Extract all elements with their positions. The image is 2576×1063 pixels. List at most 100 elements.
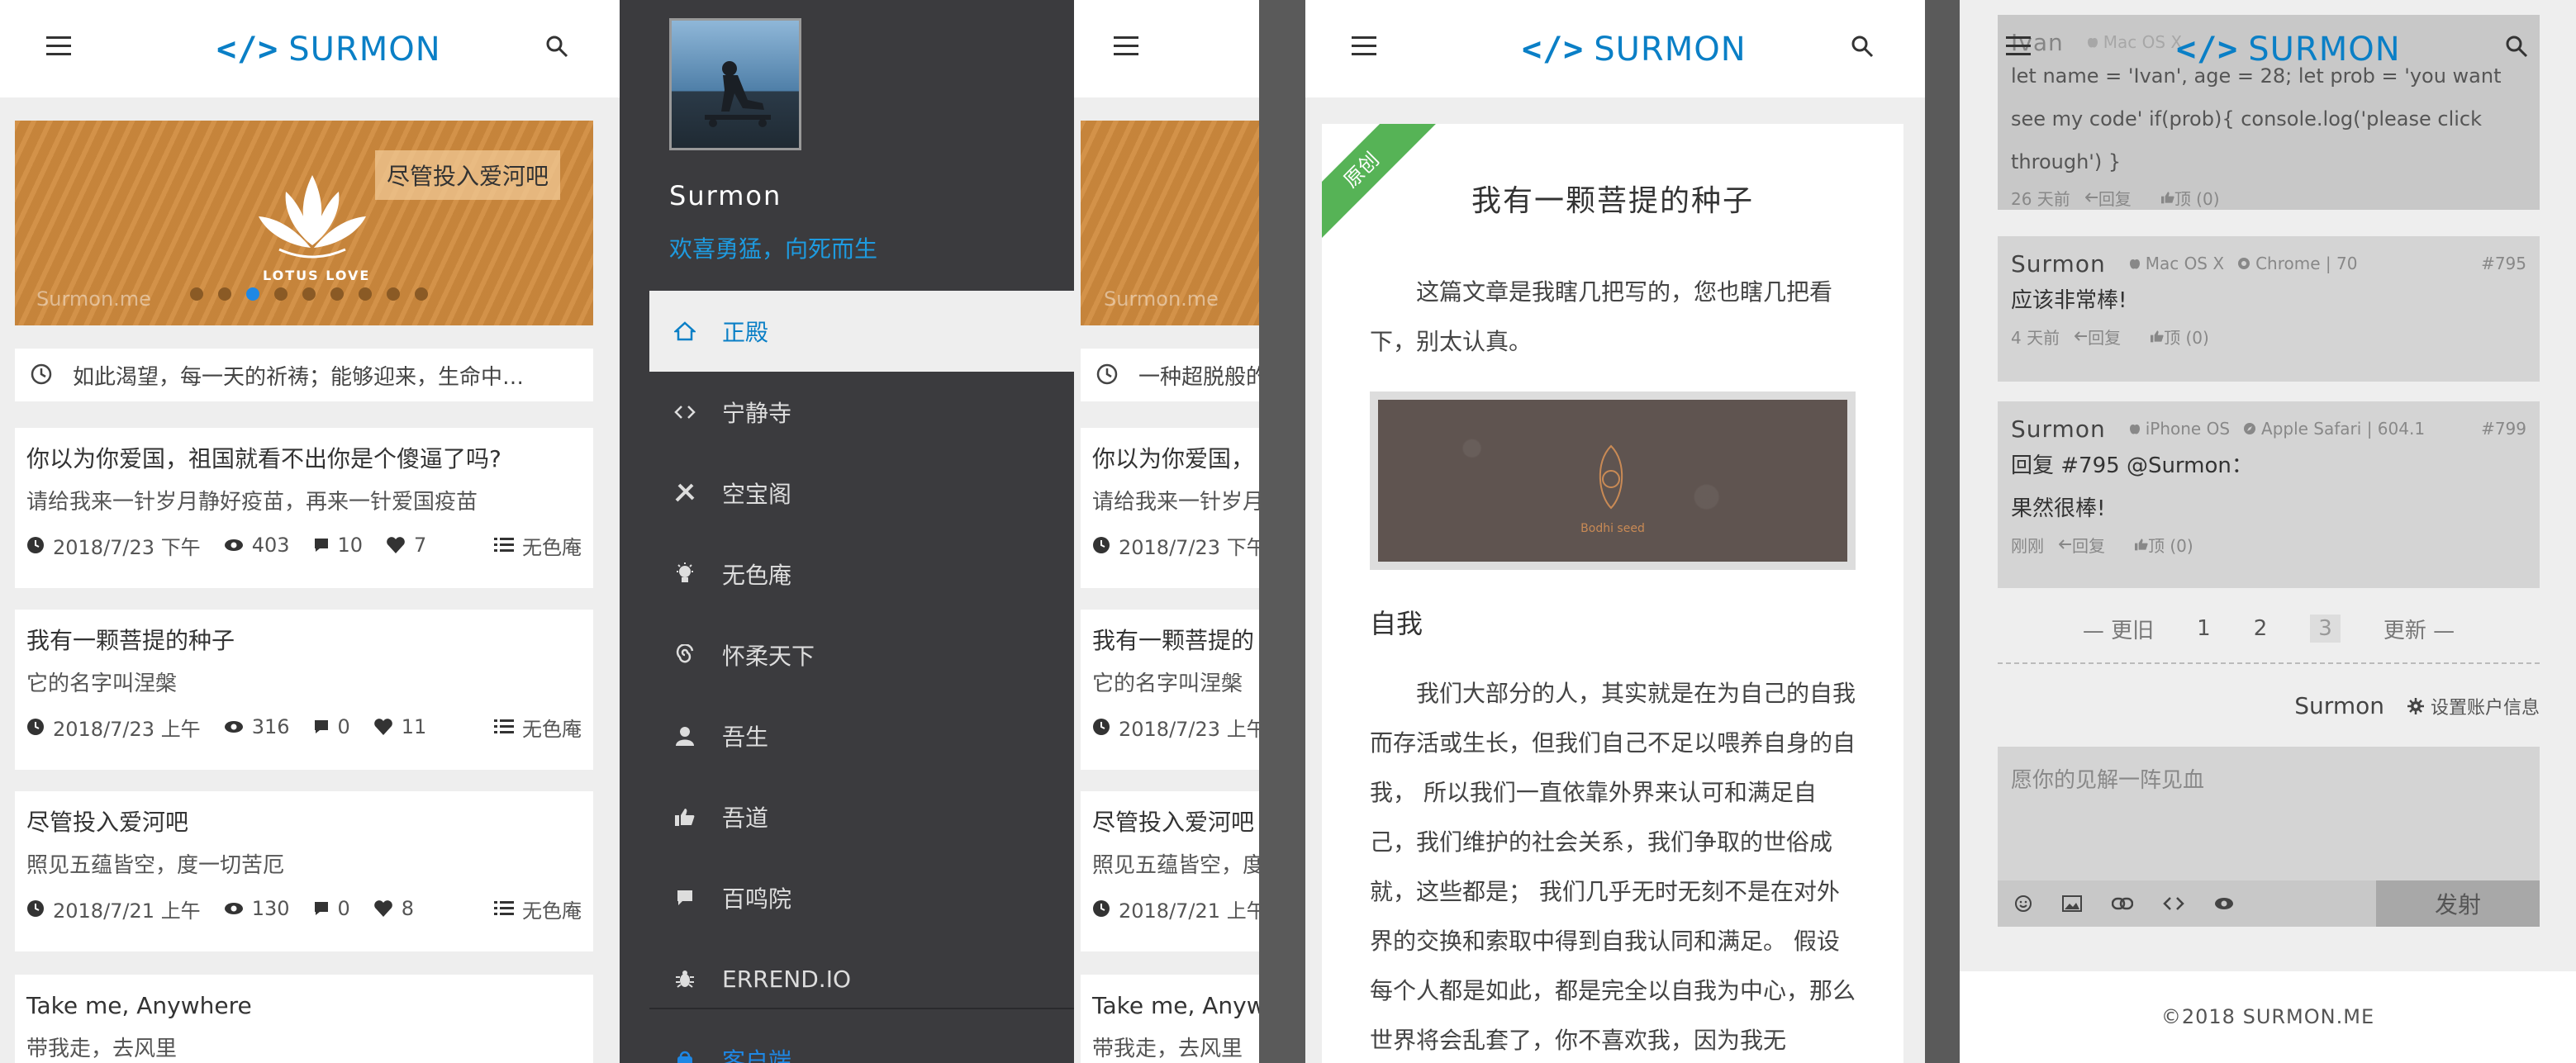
account-settings-button[interactable]: 设置账户信息 bbox=[2407, 693, 2540, 719]
list-icon bbox=[494, 719, 514, 733]
nav-item-way[interactable]: 吾道 bbox=[649, 776, 1074, 857]
reply-button[interactable]: 回复 bbox=[2059, 533, 2120, 557]
nav-item-tools[interactable]: 空宝阁 bbox=[649, 453, 1074, 534]
article-category[interactable]: 无色庵 bbox=[522, 713, 582, 742]
list-icon bbox=[494, 901, 514, 915]
search-icon[interactable] bbox=[1851, 35, 1877, 61]
nav-item-world[interactable]: 怀柔天下 bbox=[649, 615, 1074, 695]
menu-icon[interactable] bbox=[1352, 35, 1380, 59]
pager-page-current[interactable]: 3 bbox=[2310, 615, 2341, 643]
article-card[interactable]: Take me, Anywhere 带我走，去风里 bbox=[15, 975, 593, 1063]
list-icon bbox=[494, 538, 514, 552]
carousel-dot[interactable] bbox=[190, 287, 203, 301]
article-category[interactable]: 无色庵 bbox=[522, 895, 582, 923]
comment-id[interactable]: #795 bbox=[2481, 254, 2526, 273]
article-image[interactable]: Bodhi seed bbox=[1370, 392, 1856, 570]
menu-icon[interactable] bbox=[46, 35, 74, 59]
pager-page[interactable]: 1 bbox=[2197, 616, 2211, 641]
site-logo[interactable]: </> SURMON bbox=[216, 26, 441, 73]
nav-item-code[interactable]: 宁静寺 bbox=[649, 372, 1074, 453]
preview-eye-icon[interactable] bbox=[2214, 896, 2234, 911]
announcement-bar[interactable]: 如此渴望，每一天的祈祷；能够迎来，生命中… bbox=[15, 349, 593, 401]
home-screen: </> SURMON LOTUS LOVE 尽管投入爱河吧 Surmon.me bbox=[0, 0, 620, 1063]
article-card[interactable]: 我有一颗菩提的种子 它的名字叫涅槃 2018/7/23 上午 316 0 11 … bbox=[15, 610, 593, 770]
apple-icon bbox=[2129, 425, 2140, 434]
article-title[interactable]: Take me, Anywhere bbox=[26, 988, 582, 1024]
banner-watermark: Surmon.me bbox=[1104, 287, 1219, 311]
panel-divider bbox=[1259, 0, 1305, 1063]
emoji-icon[interactable] bbox=[2014, 895, 2032, 913]
side-drawer: Surmon 欢喜勇猛，向死而生 正殿 宁静寺 空宝阁 无色庵 怀柔天下 吾生 … bbox=[620, 0, 1074, 1063]
banner-watermark: Surmon.me bbox=[36, 287, 151, 311]
eye-icon bbox=[224, 539, 243, 551]
reply-button[interactable]: 回复 bbox=[2075, 325, 2136, 349]
nav-item-thinking[interactable]: 无色庵 bbox=[649, 534, 1074, 615]
nav-item-home[interactable]: 正殿 bbox=[649, 291, 1074, 372]
spiral-icon bbox=[673, 644, 697, 666]
reply-label: 回复 bbox=[2098, 188, 2132, 209]
comment-author[interactable]: Surmon bbox=[2011, 250, 2106, 278]
safari-icon bbox=[2244, 423, 2256, 434]
article-date: 2018/7/23 下午 bbox=[53, 535, 201, 559]
pager-next[interactable]: 更新 — bbox=[2384, 614, 2455, 644]
carousel-dot[interactable] bbox=[218, 287, 231, 301]
like-button[interactable]: 顶 (0) bbox=[2135, 533, 2208, 557]
carousel-dot[interactable] bbox=[302, 287, 316, 301]
reply-button[interactable]: 回复 bbox=[2084, 186, 2146, 210]
site-logo[interactable]: </> SURMON bbox=[2176, 26, 2401, 73]
home-screen-partial: Surmon.me 一种超脱般的 你以为你爱国， 请给我来一针岁月 2018/7… bbox=[1074, 0, 1305, 1063]
code-icon[interactable] bbox=[2163, 895, 2184, 912]
comment-input[interactable]: 愿你的见解一阵见血 bbox=[1998, 747, 2540, 880]
image-icon[interactable] bbox=[2062, 895, 2082, 912]
article-card[interactable]: 你以为你爱国，祖国就看不出你是个傻逼了吗? 请给我来一针岁月静好疫苗，再来一针爱… bbox=[15, 428, 593, 588]
carousel-dot[interactable] bbox=[246, 287, 259, 301]
nav-item-about[interactable]: 吾生 bbox=[649, 695, 1074, 776]
nav-item-app[interactable]: 客户端 bbox=[649, 1019, 1074, 1063]
avatar[interactable] bbox=[669, 18, 801, 150]
like-count: 顶 (0) bbox=[2148, 535, 2193, 556]
nav-label: 百鸣院 bbox=[722, 885, 792, 913]
comment-reply-to[interactable]: 回复 #795 @Surmon： bbox=[2011, 444, 2526, 487]
site-logo[interactable]: </> SURMON bbox=[1522, 26, 1747, 73]
like-button[interactable]: 顶 (0) bbox=[2151, 325, 2224, 349]
site-footer: ©2018 SURMON.ME bbox=[1960, 971, 2576, 1063]
carousel-dot[interactable] bbox=[415, 287, 428, 301]
search-icon[interactable] bbox=[545, 35, 572, 61]
article-body: 原创 我有一颗菩提的种子 这篇文章是我瞎几把写的，您也瞎几把看下，别太认真。 B… bbox=[1322, 124, 1903, 1063]
banner-caption[interactable]: 尽管投入爱河吧 bbox=[374, 150, 560, 200]
menu-icon[interactable] bbox=[1114, 35, 1142, 59]
comment-toolbar: 发射 bbox=[1998, 880, 2540, 927]
carousel-dot[interactable] bbox=[387, 287, 400, 301]
article-title[interactable]: 我有一颗菩提的种子 bbox=[26, 623, 582, 659]
thumbs-up-icon bbox=[2151, 330, 2164, 343]
comment-icon bbox=[314, 539, 328, 552]
article-card[interactable]: 尽管投入爱河吧 照见五蕴皆空，度一切苦厄 2018/7/21 上午 130 0 … bbox=[15, 791, 593, 951]
search-icon[interactable] bbox=[2505, 35, 2531, 61]
carousel-dot[interactable] bbox=[330, 287, 344, 301]
comment-id[interactable]: #799 bbox=[2481, 419, 2526, 439]
carousel-dot[interactable] bbox=[359, 287, 372, 301]
article-title[interactable]: 你以为你爱国，祖国就看不出你是个傻逼了吗? bbox=[26, 441, 582, 477]
article-category[interactable]: 无色庵 bbox=[522, 531, 582, 560]
link-icon[interactable] bbox=[2112, 897, 2133, 910]
send-button[interactable]: 发射 bbox=[2376, 880, 2540, 927]
pager-page[interactable]: 2 bbox=[2254, 616, 2268, 641]
article-title[interactable]: 尽管投入爱河吧 bbox=[26, 804, 582, 841]
article-comments: 0 bbox=[337, 715, 350, 738]
carousel-dot[interactable] bbox=[274, 287, 288, 301]
pager-prev[interactable]: — 更旧 bbox=[2083, 614, 2154, 644]
article-title: 我有一颗菩提的种子 bbox=[1471, 184, 1754, 218]
nav-item-guestbook[interactable]: 百鸣院 bbox=[649, 857, 1074, 938]
article-meta: 2018/7/23 下午 403 10 7 无色庵 bbox=[26, 529, 582, 562]
like-button[interactable]: 顶 (0) bbox=[2160, 186, 2235, 210]
thumbs-up-icon bbox=[2160, 192, 2174, 204]
comment-user-row: Surmon 设置账户信息 bbox=[2294, 692, 2540, 719]
article-desc: 带我走，去风里 bbox=[26, 1037, 178, 1061]
header: </> SURMON bbox=[1960, 0, 2576, 97]
nav-label: 正殿 bbox=[722, 319, 769, 346]
menu-icon[interactable] bbox=[2006, 35, 2034, 59]
nav-label: ERREND.IO bbox=[722, 965, 851, 993]
article-date: 2018/7/21 上午 bbox=[53, 899, 201, 923]
comment-author[interactable]: Surmon bbox=[2011, 415, 2106, 443]
drawer-user-name: Surmon bbox=[669, 180, 782, 211]
